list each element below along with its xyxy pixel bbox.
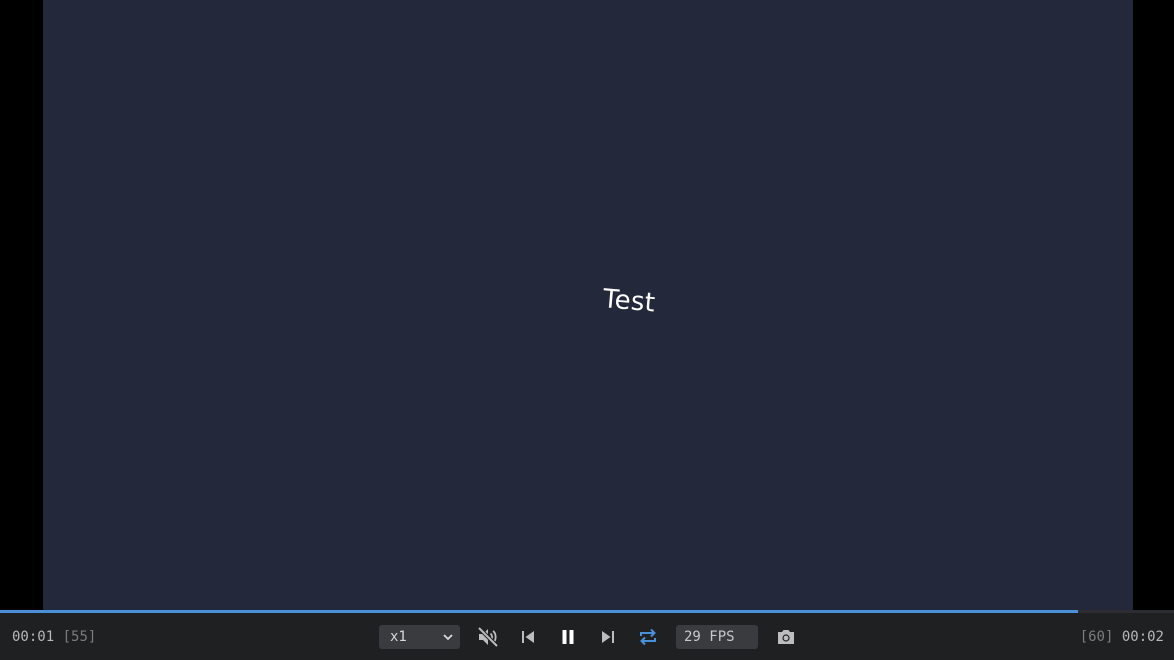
fps-display: 29 FPS <box>676 625 758 649</box>
mute-button[interactable] <box>476 625 500 649</box>
control-bar: 00:01 [55] x1 29 FPS [60] 00:02 <box>0 613 1174 660</box>
pause-button[interactable] <box>556 625 580 649</box>
total-frame: [60] <box>1079 629 1114 645</box>
resize-handle[interactable] <box>1169 648 1174 658</box>
repeat-icon <box>640 628 656 646</box>
current-time: 00:01 <box>12 629 55 645</box>
speed-select[interactable]: x1 <box>379 625 460 649</box>
canvas-text: Test <box>601 284 657 319</box>
camera-icon <box>778 630 794 644</box>
total-time: 00:02 <box>1121 629 1164 645</box>
skip-next-icon <box>602 631 614 643</box>
video-stage: Test <box>0 0 1174 610</box>
total-time-display: [60] 00:02 <box>1080 629 1164 645</box>
current-frame: [55] <box>62 629 97 645</box>
current-time-display: 00:01 [55] <box>12 629 96 645</box>
skip-previous-icon <box>522 631 534 643</box>
screenshot-button[interactable] <box>774 625 798 649</box>
volume-off-icon <box>477 626 499 648</box>
chevron-down-icon <box>443 634 453 641</box>
video-player: Test 00:01 [55] x1 29 FPS [60] 00:02 <box>0 0 1174 660</box>
video-canvas[interactable]: Test <box>43 0 1133 610</box>
previous-frame-button[interactable] <box>516 625 540 649</box>
next-frame-button[interactable] <box>596 625 620 649</box>
loop-button[interactable] <box>636 625 660 649</box>
pause-icon <box>562 630 574 644</box>
speed-value: x1 <box>390 629 407 645</box>
